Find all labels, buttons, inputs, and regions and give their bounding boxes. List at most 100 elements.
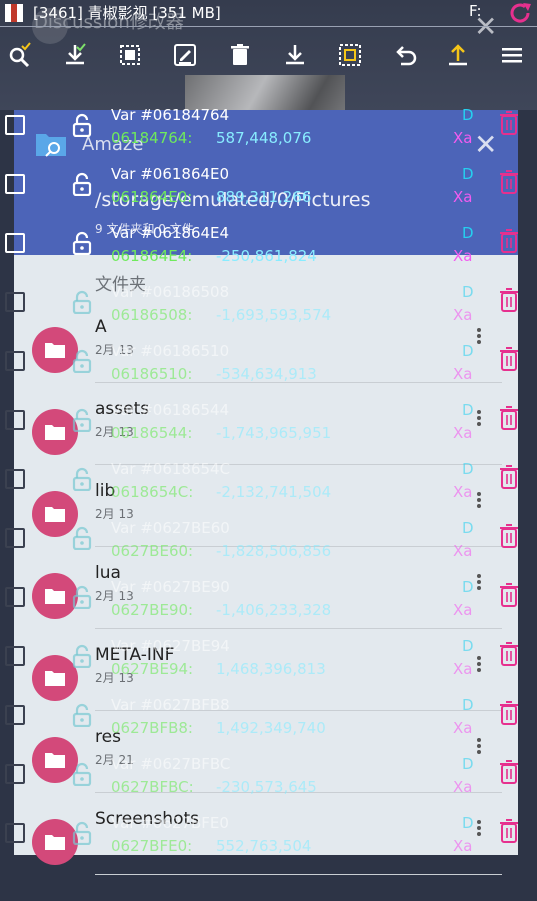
unlock-icon[interactable]	[72, 113, 92, 137]
delete-row-icon[interactable]	[498, 582, 520, 608]
row-checkbox[interactable]	[5, 292, 25, 312]
process-title: [3461] 青椒影视 [351 MB]	[33, 4, 221, 22]
value-row[interactable]: Var #061864E0 061864E0: 889,311,266 D Xa	[0, 165, 537, 228]
row-checkbox[interactable]	[5, 764, 25, 784]
row-checkbox[interactable]	[5, 233, 25, 253]
unlock-icon[interactable]	[72, 585, 92, 609]
row-checkbox[interactable]	[5, 587, 25, 607]
value-name: Var #0627BFBC	[111, 755, 231, 773]
value-number: -1,828,506,856	[216, 542, 332, 560]
value-address: 0627BFE0:	[111, 837, 193, 855]
value-row[interactable]: Var #061864E4 061864E4: -250,861,824 D Xa	[0, 224, 537, 287]
value-name: Var #0627BE90	[111, 578, 230, 596]
value-address: 06186510:	[111, 365, 193, 383]
value-number: 1,492,349,740	[216, 719, 326, 737]
delete-row-icon[interactable]	[498, 523, 520, 549]
row-checkbox[interactable]	[5, 410, 25, 430]
row-checkbox[interactable]	[5, 469, 25, 489]
value-name: Var #0627BFB8	[111, 696, 230, 714]
value-row[interactable]: Var #0618654C 0618654C: -2,132,741,504 D Xa	[0, 460, 537, 523]
delete-row-icon[interactable]	[498, 818, 520, 844]
value-row[interactable]: Var #0627BFE0 0627BFE0: 552,763,504 D Xa	[0, 814, 537, 877]
unlock-icon[interactable]	[72, 703, 92, 727]
delete-row-icon[interactable]	[498, 346, 520, 372]
delete-row-icon[interactable]	[498, 759, 520, 785]
value-name: Var #06186544	[111, 401, 230, 419]
row-checkbox[interactable]	[5, 823, 25, 843]
invert-selection-icon[interactable]	[337, 42, 363, 68]
value-address: 061864E0:	[111, 188, 193, 206]
unlock-icon[interactable]	[72, 231, 92, 255]
select-range-icon[interactable]	[117, 42, 143, 68]
delete-row-icon[interactable]	[498, 228, 520, 254]
value-number: 889,311,266	[216, 188, 312, 206]
unlock-icon[interactable]	[72, 762, 92, 786]
status-bar: [3461] 青椒影视 [351 MB] F:	[0, 0, 537, 26]
unlock-icon[interactable]	[72, 821, 92, 845]
value-row[interactable]: Var #0627BFBC 0627BFBC: -230,573,645 D Xa	[0, 755, 537, 818]
row-checkbox[interactable]	[5, 705, 25, 725]
value-row[interactable]: Var #0627BFB8 0627BFB8: 1,492,349,740 D Xa	[0, 696, 537, 759]
value-type: D	[462, 342, 474, 360]
value-name: Var #0627BE60	[111, 519, 230, 537]
value-type: D	[462, 165, 474, 183]
menu-icon[interactable]	[499, 42, 525, 68]
value-row[interactable]: Var #06186510 06186510: -534,634,913 D Xa	[0, 342, 537, 405]
delete-row-icon[interactable]	[498, 700, 520, 726]
value-region: Xa	[453, 247, 473, 265]
value-address: 0627BFB8:	[111, 719, 193, 737]
delete-icon[interactable]	[227, 42, 253, 68]
delete-row-icon[interactable]	[498, 110, 520, 136]
value-number: -1,406,233,328	[216, 601, 332, 619]
row-checkbox[interactable]	[5, 174, 25, 194]
row-checkbox[interactable]	[5, 528, 25, 548]
delete-row-icon[interactable]	[498, 405, 520, 431]
value-type: D	[462, 224, 474, 242]
value-region: Xa	[453, 778, 473, 796]
undo-icon[interactable]	[392, 42, 418, 68]
value-type: D	[462, 401, 474, 419]
delete-row-icon[interactable]	[498, 287, 520, 313]
refresh-icon[interactable]	[507, 0, 533, 26]
value-region: Xa	[453, 365, 473, 383]
unlock-icon[interactable]	[72, 172, 92, 196]
unlock-icon[interactable]	[72, 467, 92, 491]
unlock-icon[interactable]	[72, 349, 92, 373]
value-number: -1,743,965,951	[216, 424, 332, 442]
value-address: 06186544:	[111, 424, 193, 442]
delete-row-icon[interactable]	[498, 641, 520, 667]
value-name: Var #0627BE94	[111, 637, 230, 655]
row-checkbox[interactable]	[5, 351, 25, 371]
value-type: D	[462, 519, 474, 537]
value-number: 552,763,504	[216, 837, 312, 855]
save-icon[interactable]	[282, 42, 308, 68]
value-number: -534,634,913	[216, 365, 317, 383]
select-all-icon[interactable]	[62, 42, 88, 68]
delete-row-icon[interactable]	[498, 169, 520, 195]
search-icon[interactable]	[7, 42, 33, 68]
value-row[interactable]: Var #0627BE60 0627BE60: -1,828,506,856 D Xa	[0, 519, 537, 582]
delete-row-icon[interactable]	[498, 464, 520, 490]
row-checkbox[interactable]	[5, 646, 25, 666]
load-icon[interactable]	[445, 42, 471, 68]
value-row[interactable]: Var #0627BE90 0627BE90: -1,406,233,328 D Xa	[0, 578, 537, 641]
value-row[interactable]: Var #06186508 06186508: -1,693,593,574 D Xa	[0, 283, 537, 346]
value-type: D	[462, 696, 474, 714]
value-address: 061864E4:	[111, 247, 193, 265]
value-row[interactable]: Var #06184764 06184764: 587,448,076 D Xa	[0, 106, 537, 169]
value-row[interactable]: Var #0627BE94 0627BE94: 1,468,396,813 D Xa	[0, 637, 537, 700]
value-type: D	[462, 460, 474, 478]
value-number: -2,132,741,504	[216, 483, 332, 501]
value-name: Var #06184764	[111, 106, 230, 124]
unlock-icon[interactable]	[72, 290, 92, 314]
edit-icon[interactable]	[172, 42, 198, 68]
value-row[interactable]: Var #06186544 06186544: -1,743,965,951 D Xa	[0, 401, 537, 464]
unlock-icon[interactable]	[72, 526, 92, 550]
value-region: Xa	[453, 660, 473, 678]
value-address: 06186508:	[111, 306, 193, 324]
value-number: 587,448,076	[216, 129, 312, 147]
unlock-icon[interactable]	[72, 644, 92, 668]
value-type: D	[462, 814, 474, 832]
unlock-icon[interactable]	[72, 408, 92, 432]
row-checkbox[interactable]	[5, 115, 25, 135]
